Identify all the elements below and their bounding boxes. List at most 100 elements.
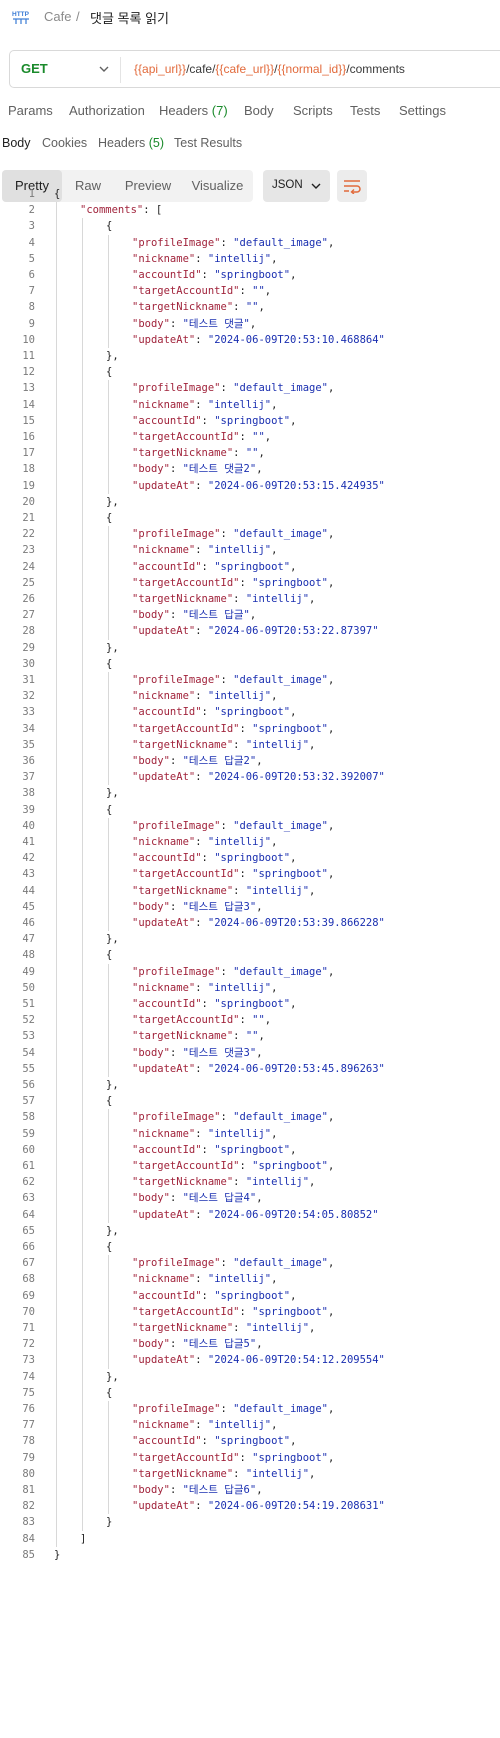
line-number: 18 [22,463,35,476]
response-tab-headers[interactable]: Headers (5) [98,136,164,150]
json-string-value: "테스트 댓글" [182,317,250,330]
json-punctuation: : [169,1046,183,1059]
json-string-value: "springboot" [214,269,291,281]
line-number: 5 [28,252,35,265]
json-string-value: "default_image" [233,819,328,832]
json-punctuation: , [290,998,297,1010]
json-punctuation: , [271,836,278,848]
json-key: "targetNickname" [132,1030,234,1043]
json-punctuation: , [290,1143,297,1156]
json-key: "updateAt" [132,1354,196,1367]
line-number: 34 [22,722,35,735]
code-text: "body": "테스트 답글2", [132,753,263,769]
method-select[interactable]: GET [21,61,48,76]
response-tab-body[interactable]: Body [2,136,31,150]
tab-tests[interactable]: Tests [350,103,380,118]
json-punctuation: , [256,1046,263,1059]
json-punctuation: : [239,722,253,735]
json-punctuation: : [233,1176,246,1189]
json-string-value: "springboot" [214,998,291,1010]
json-key: "nickname" [132,1127,196,1140]
code-line: 7 "targetAccountId": "", [0,283,500,299]
json-string-value: "springboot" [214,1289,291,1302]
json-key: "targetAccountId" [132,285,240,298]
json-punctuation: }, [106,350,119,362]
line-number: 11 [22,350,35,362]
json-key: "body" [132,755,170,767]
url-input[interactable]: {{api_url}}/cafe/{{cafe_url}}/{{normal_i… [134,62,405,76]
url-bar: GET {{api_url}}/cafe/{{cafe_url}}/{{norm… [9,50,500,88]
json-key: "body" [132,317,170,330]
json-key: "updateAt" [132,1208,196,1221]
json-punctuation: , [290,269,297,281]
json-punctuation: , [256,1338,263,1351]
json-punctuation: , [327,1160,335,1172]
code-line: 16 "targetAccountId": "", [0,429,500,445]
line-number: 9 [28,317,35,330]
response-tab-cookies[interactable]: Cookies [42,136,87,150]
json-punctuation: , [290,414,297,427]
json-string-value: "intellij" [207,836,272,848]
tab-scripts[interactable]: Scripts [293,103,333,118]
json-string-value: "2024-06-09T20:54:05.80852" [207,1208,379,1221]
code-line: 80 "targetNickname": "intellij", [0,1466,500,1482]
response-tab-test-results[interactable]: Test Results [174,136,242,150]
json-punctuation: , [327,722,335,735]
line-number: 38 [22,787,35,800]
code-line: 57 { [0,1093,500,1109]
code-line: 1{ [0,186,500,202]
line-number: 42 [22,852,35,865]
json-punctuation: : [220,382,234,395]
code-text: "targetAccountId": "", [132,283,271,299]
code-text: "profileImage": "default_image", [132,1401,334,1417]
json-punctuation: }, [106,787,119,800]
code-text: "targetNickname": "", [132,445,265,461]
json-punctuation: , [328,1257,335,1270]
json-string-value: "intellij" [207,252,272,265]
code-line: 75 { [0,1385,500,1401]
json-key: "targetAccountId" [132,1305,240,1318]
json-key: "profileImage" [132,236,221,249]
line-number: 23 [22,544,35,557]
json-key: "nickname" [132,252,196,265]
json-key: "nickname" [132,690,196,703]
json-punctuation: , [256,1192,263,1205]
code-text: "nickname": "intellij", [132,1271,277,1287]
json-string-value: "springboot" [252,1160,328,1172]
line-number: 83 [22,1516,35,1529]
code-line: 73 "updateAt": "2024-06-09T20:54:12.20955… [0,1352,500,1368]
json-punctuation: , [328,236,335,249]
json-string-value: "intellij" [245,1322,310,1334]
json-punctuation: : [201,1289,215,1302]
tab-headers[interactable]: Headers (7) [159,103,228,118]
code-line: 17 "targetNickname": "", [0,445,500,461]
line-number: 62 [22,1176,35,1189]
tab-authorization[interactable]: Authorization [69,103,145,118]
json-key: "nickname" [132,1419,196,1432]
code-text: "targetNickname": "", [132,1028,265,1044]
line-number: 31 [22,674,35,686]
code-line: 37 "updateAt": "2024-06-09T20:53:32.39200… [0,769,500,785]
json-key: "body" [132,1484,170,1496]
tab-body[interactable]: Body [244,103,274,118]
breadcrumb-parent[interactable]: Cafe [44,9,71,24]
json-string-value: "" [245,447,259,460]
line-number: 19 [22,479,35,492]
request-title[interactable]: 댓글 목록 읽기 [90,8,169,27]
json-punctuation: : [239,1305,253,1318]
code-text: "updateAt": "2024-06-09T20:53:32.392007" [132,769,385,785]
chevron-down-icon[interactable] [98,64,110,74]
tab-settings[interactable]: Settings [399,103,446,118]
code-line: 76 "profileImage": "default_image", [0,1401,500,1417]
json-punctuation: , [328,382,335,395]
json-punctuation: } [54,1548,61,1561]
tab-params[interactable]: Params [8,103,53,118]
json-string-value: "테스트 답글" [182,609,250,622]
json-string-value: "테스트 답글4" [182,1192,257,1205]
json-string-value: "springboot" [252,868,328,881]
json-key: "nickname" [132,398,196,411]
code-line: 53 "targetNickname": "", [0,1028,500,1044]
code-line: 3{ [0,218,500,234]
code-text: "body": "테스트 답글3", [132,899,263,915]
json-punctuation: , [264,1014,272,1027]
